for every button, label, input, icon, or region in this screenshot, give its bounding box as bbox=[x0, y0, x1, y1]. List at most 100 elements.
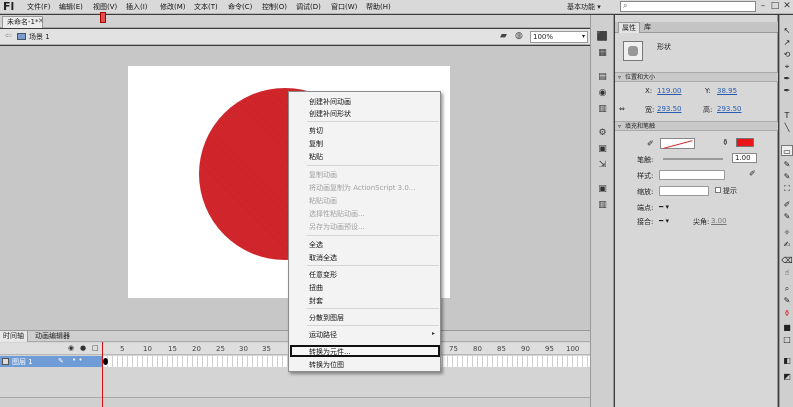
layer-name[interactable]: 图层 1 bbox=[12, 357, 33, 367]
height-value[interactable]: 293.50 bbox=[717, 105, 742, 113]
scene-label[interactable]: 场景 1 bbox=[29, 32, 50, 42]
playhead[interactable] bbox=[102, 342, 103, 407]
black-white-icon[interactable]: ■ bbox=[781, 322, 793, 333]
tab-properties[interactable]: 属性 bbox=[618, 22, 640, 33]
subselection-tool-icon[interactable]: ↗ bbox=[781, 37, 793, 48]
stroke-value-input[interactable]: 1.00 bbox=[732, 153, 757, 163]
menu-item-free-transform[interactable]: 任意变形 bbox=[309, 270, 337, 280]
edit-symbols-icon[interactable]: ▰ bbox=[500, 31, 507, 41]
menu-item-paste[interactable]: 粘贴 bbox=[309, 152, 323, 162]
search-input[interactable]: ⌕ bbox=[620, 1, 756, 12]
hand-tool-icon[interactable]: ⌫ bbox=[781, 255, 793, 266]
miter-value[interactable]: 3.00 bbox=[711, 217, 727, 225]
menu-item-select-all[interactable]: 全选 bbox=[309, 240, 323, 250]
style-select[interactable] bbox=[659, 170, 725, 180]
info-icon[interactable]: ◉ bbox=[595, 87, 610, 100]
swap-colors-icon[interactable]: □ bbox=[781, 334, 793, 345]
zoom-tool-icon[interactable]: ☝ bbox=[781, 267, 793, 278]
eyedropper-tool-icon[interactable]: ✧ bbox=[781, 227, 793, 238]
transform-icon[interactable]: ▥ bbox=[595, 103, 610, 116]
menu-control[interactable]: 控制(O) bbox=[262, 2, 287, 12]
edit-scene-icon[interactable]: ◍ bbox=[515, 31, 523, 41]
eraser-tool-icon[interactable]: ✍ bbox=[781, 239, 793, 250]
outline-icon[interactable]: □ bbox=[92, 344, 99, 352]
scene-panel-icon[interactable]: ▥ bbox=[595, 199, 610, 212]
menu-modify[interactable]: 修改(M) bbox=[160, 2, 186, 12]
menu-text[interactable]: 文本(T) bbox=[194, 2, 218, 12]
fill-color-chip[interactable]: ⚱ bbox=[781, 308, 793, 319]
section-position-size[interactable]: ▿ 位置和大小 bbox=[615, 72, 778, 82]
minimize-button[interactable]: – bbox=[757, 0, 769, 12]
eye-icon[interactable]: ◉ bbox=[68, 344, 74, 352]
stroke-slider[interactable] bbox=[663, 158, 723, 160]
lasso-tool-icon[interactable]: ✒ bbox=[781, 73, 793, 84]
menu-item-cut[interactable]: 剪切 bbox=[309, 126, 323, 136]
edit-stroke-style-icon[interactable]: ✐ bbox=[749, 169, 756, 178]
menu-item-convert-to-symbol[interactable]: 转换为元件... bbox=[309, 347, 351, 357]
menu-commands[interactable]: 命令(C) bbox=[228, 2, 252, 12]
link-icon[interactable]: ⇔ bbox=[619, 105, 625, 113]
scale-select[interactable] bbox=[659, 186, 709, 196]
menu-item-convert-to-bitmap[interactable]: 转换为位图 bbox=[309, 360, 344, 370]
stroke-color-swatch[interactable] bbox=[660, 138, 695, 149]
workspace-switcher[interactable]: 基本功能 ▾ bbox=[567, 2, 601, 12]
maximize-button[interactable]: □ bbox=[769, 0, 781, 12]
rectangle-tool-icon[interactable]: ▭ bbox=[781, 145, 793, 156]
menu-window[interactable]: 窗口(W) bbox=[331, 2, 357, 12]
fill-bucket-icon[interactable]: ✎ bbox=[781, 295, 793, 306]
swatches-icon[interactable]: ▦ bbox=[595, 47, 610, 60]
smooth-icon[interactable]: ◩ bbox=[781, 371, 793, 382]
menu-item-distort[interactable]: 扭曲 bbox=[309, 283, 323, 293]
cap-select[interactable]: ━ ▾ bbox=[659, 203, 669, 211]
x-value[interactable]: 119.00 bbox=[657, 87, 682, 95]
free-transform-tool-icon[interactable]: ⟲ bbox=[781, 49, 793, 60]
fill-color-swatch[interactable] bbox=[736, 138, 754, 147]
motion-presets-icon[interactable]: ⇲ bbox=[595, 159, 610, 172]
text-tool-icon[interactable]: T bbox=[781, 110, 793, 121]
lock-icon[interactable]: ● bbox=[80, 344, 86, 352]
pencil-tool-icon[interactable]: ✎ bbox=[781, 159, 793, 170]
components-icon[interactable]: ▣ bbox=[595, 143, 610, 156]
3d-rotation-tool-icon[interactable]: ⌖ bbox=[781, 61, 793, 72]
align-icon[interactable]: ▤ bbox=[595, 71, 610, 84]
menu-item-create-shape-tween[interactable]: 创建补间形状 bbox=[309, 109, 351, 119]
color-panel-icon[interactable]: ⬛ bbox=[595, 31, 610, 44]
paint-bucket-tool-icon[interactable]: ✎ bbox=[781, 211, 793, 222]
menu-view[interactable]: 视图(V) bbox=[93, 2, 117, 12]
code-snippets-icon[interactable]: ⚙ bbox=[595, 127, 610, 140]
pen-tool-icon[interactable]: ✒ bbox=[781, 85, 793, 96]
menu-help[interactable]: 帮助(H) bbox=[366, 2, 391, 12]
brush-tool-icon[interactable]: ✎ bbox=[781, 171, 793, 182]
menu-item-copy[interactable]: 复制 bbox=[309, 139, 323, 149]
y-value[interactable]: 38.95 bbox=[717, 87, 737, 95]
close-icon[interactable]: ✕ bbox=[38, 17, 44, 25]
playhead-handle[interactable] bbox=[100, 12, 106, 23]
keyframe[interactable] bbox=[103, 358, 108, 365]
bone-tool-icon[interactable]: ✐ bbox=[781, 199, 793, 210]
layer-name-cell[interactable]: 图层 1 ✎ • • bbox=[0, 356, 102, 367]
menu-insert[interactable]: 插入(I) bbox=[126, 2, 148, 12]
deco-tool-icon[interactable]: ⛶ bbox=[781, 183, 793, 194]
menu-item-deselect-all[interactable]: 取消全选 bbox=[309, 253, 337, 263]
menu-debug[interactable]: 调试(D) bbox=[296, 2, 321, 12]
menu-file[interactable]: 文件(F) bbox=[27, 2, 51, 12]
history-icon[interactable]: ▣ bbox=[595, 183, 610, 196]
tab-library[interactable]: 库 bbox=[641, 22, 654, 33]
menu-item-envelope[interactable]: 封套 bbox=[309, 296, 323, 306]
layer-toggles[interactable]: • • bbox=[72, 356, 82, 364]
line-tool-icon[interactable]: ╲ bbox=[781, 122, 793, 133]
menu-edit[interactable]: 编辑(E) bbox=[59, 2, 83, 12]
snap-icon[interactable]: ◧ bbox=[781, 355, 793, 366]
section-fill-stroke[interactable]: ▿ 填充和笔触 bbox=[615, 121, 778, 131]
hint-checkbox[interactable] bbox=[715, 187, 721, 193]
stroke-color-icon[interactable]: ⌕ bbox=[781, 283, 793, 294]
selection-tool-icon[interactable]: ↖ bbox=[781, 25, 793, 36]
tab-motion-editor[interactable]: 动画编辑器 bbox=[32, 331, 73, 342]
join-select[interactable]: ━ ▾ bbox=[659, 217, 669, 225]
menu-item-create-motion-tween[interactable]: 创建补间动画 bbox=[309, 97, 351, 107]
zoom-select[interactable]: 100% ▾ bbox=[530, 31, 588, 43]
close-window-button[interactable]: ✕ bbox=[781, 0, 793, 12]
menu-item-motion-path[interactable]: 运动路径 bbox=[309, 330, 337, 340]
tab-timeline[interactable]: 时间轴 bbox=[0, 331, 28, 342]
width-value[interactable]: 293.50 bbox=[657, 105, 682, 113]
